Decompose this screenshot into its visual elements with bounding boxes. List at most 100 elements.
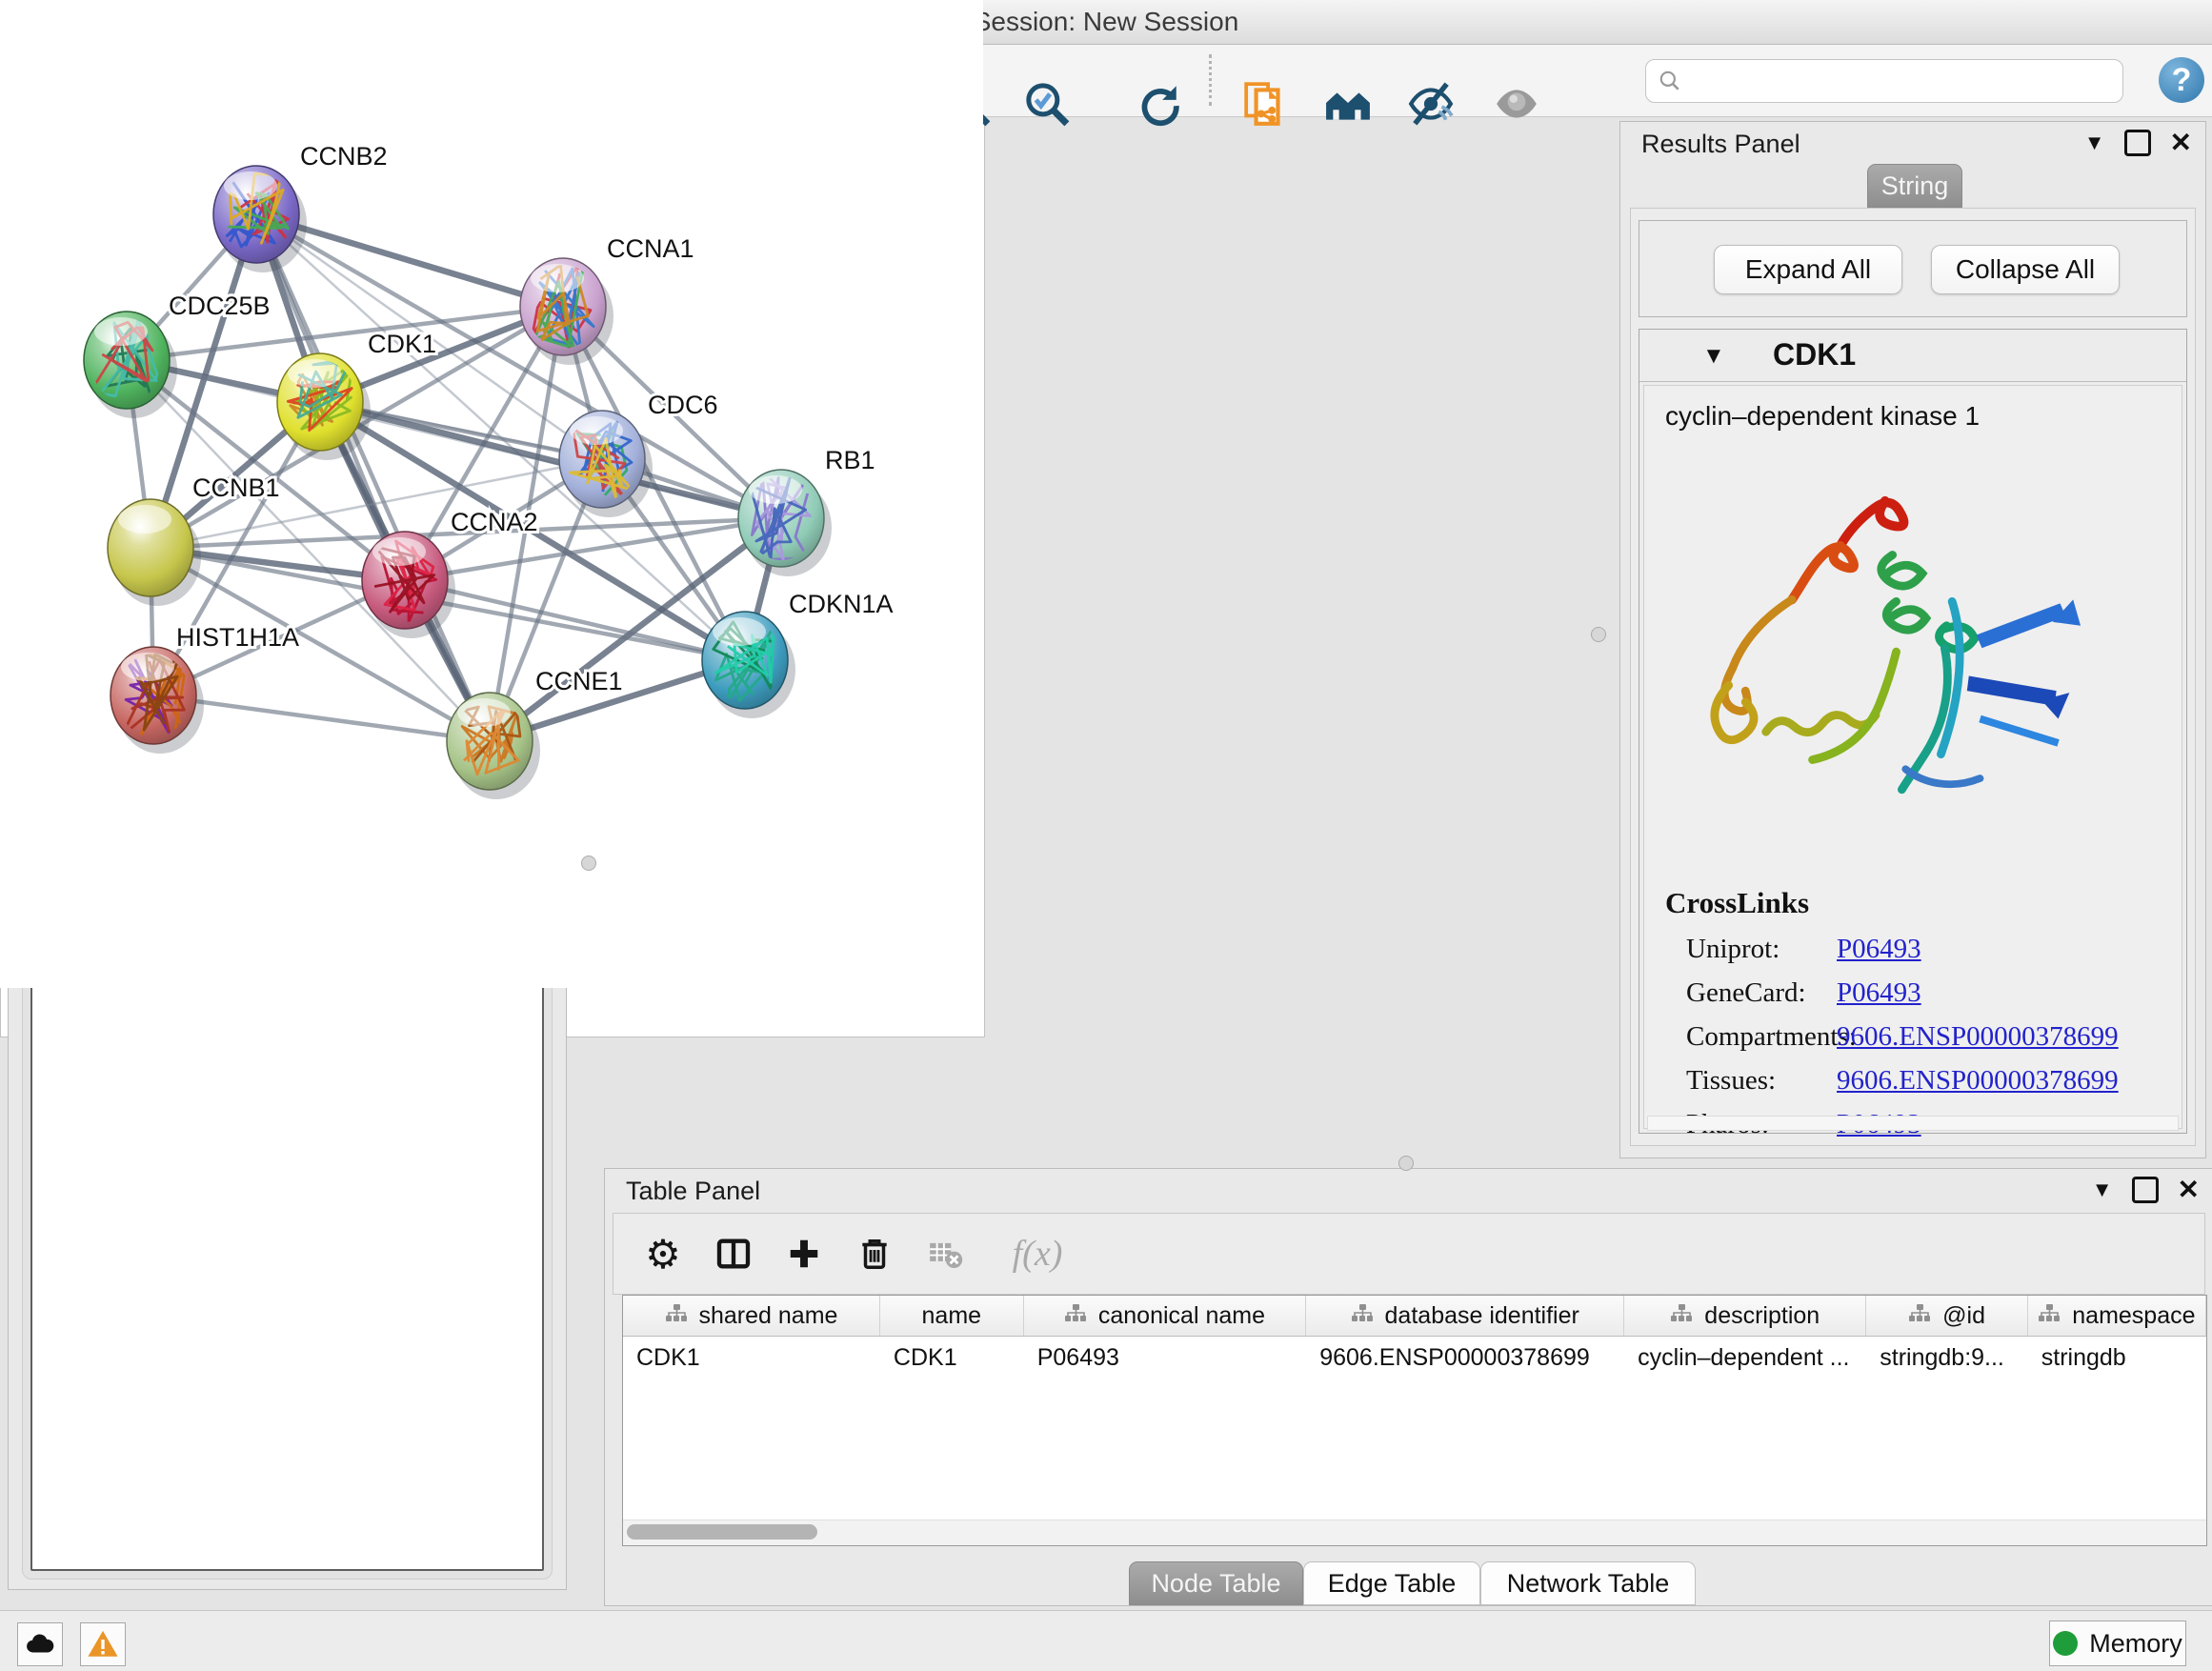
crosslink-label: Tissues: <box>1686 1065 1776 1096</box>
node-RB1[interactable]: RB1 <box>738 446 875 576</box>
node-label-CCNE1: CCNE1 <box>535 667 623 695</box>
column-header-database-identifier[interactable]: database identifier <box>1306 1296 1624 1336</box>
tab-string[interactable]: String <box>1867 164 1962 208</box>
delete-column-icon[interactable] <box>854 1233 895 1275</box>
crosslink-label: GeneCard: <box>1686 977 1806 1008</box>
table-cell[interactable]: cyclin–dependent ... <box>1624 1337 1866 1379</box>
crosslinks-title: CrossLinks <box>1665 886 1809 920</box>
table-toolbar: ⚙ f(x) <box>613 1213 2205 1295</box>
node-CDKN1A[interactable]: CDKN1A <box>702 590 894 718</box>
table-cell[interactable]: CDK1 <box>623 1337 880 1379</box>
column-header-name[interactable]: name <box>880 1296 1024 1336</box>
crosslink-label: Uniprot: <box>1686 934 1780 964</box>
tab-network-table[interactable]: Network Table <box>1480 1561 1696 1605</box>
refresh-icon[interactable] <box>1132 77 1185 131</box>
crosslink-row: GeneCard: P06493 <box>1686 977 2182 1019</box>
table-header-row: shared name name canonical name database id… <box>623 1296 2206 1337</box>
memory-button[interactable]: Memory <box>2049 1621 2186 1666</box>
node-CCNA1[interactable]: CCNA1 <box>520 234 694 365</box>
panel-menu-icon[interactable]: ▼ <box>2092 1178 2113 1202</box>
gene-card-header[interactable]: ▼ CDK1 <box>1639 330 2186 382</box>
scrollbar-thumb[interactable] <box>627 1524 817 1540</box>
expand-all-button[interactable]: Expand All <box>1714 245 1902 294</box>
table-panel: Table Panel ▼ ✕ ⚙ f(x) shared name name ca… <box>604 1168 2212 1606</box>
delete-table-icon[interactable] <box>924 1233 966 1275</box>
gene-expand-icon[interactable]: ▼ <box>1702 343 1725 370</box>
show-all-networks-icon[interactable] <box>1321 77 1375 131</box>
node-label-CDK1: CDK1 <box>368 330 436 358</box>
column-header-label: name <box>922 1302 982 1330</box>
hide-selected-icon[interactable] <box>1404 77 1458 131</box>
float-panel-icon[interactable] <box>2124 130 2151 156</box>
collapse-all-button[interactable]: Collapse All <box>1931 245 2120 294</box>
string-results-box: Expand All Collapse All ▼ CDK1 cyclin–de… <box>1630 208 2196 1146</box>
column-type-icon <box>1064 1301 1087 1331</box>
node-HIST1H1A[interactable]: HIST1H1A <box>111 623 299 754</box>
tab-edge-table[interactable]: Edge Table <box>1303 1561 1480 1605</box>
column-header-label: shared name <box>699 1302 838 1330</box>
table-cell[interactable]: P06493 <box>1024 1337 1306 1379</box>
zoom-selected-icon[interactable] <box>1020 77 1074 131</box>
node-label-CDC6: CDC6 <box>648 391 718 419</box>
node-CCNB1[interactable]: CCNB1 <box>108 473 280 606</box>
right-splitter-handle[interactable] <box>1591 627 1606 642</box>
float-panel-icon[interactable] <box>2132 1177 2159 1203</box>
close-panel-icon[interactable]: ✕ <box>2178 1178 2200 1201</box>
node-label-CCNB1: CCNB1 <box>192 473 280 502</box>
node-label-CDKN1A: CDKN1A <box>789 590 894 618</box>
tab-node-table[interactable]: Node Table <box>1129 1561 1303 1605</box>
table-horizontal-scrollbar[interactable] <box>623 1520 2206 1545</box>
crosslink-link[interactable]: P06493 <box>1837 934 1921 965</box>
table-cell[interactable]: 9606.ENSP00000378699 <box>1306 1337 1624 1379</box>
table-cell[interactable]: stringdb:9... <box>1866 1337 2028 1379</box>
node-label-CCNB2: CCNB2 <box>300 142 388 171</box>
column-type-icon <box>1351 1301 1374 1331</box>
search-input[interactable] <box>1682 64 2122 98</box>
warning-icon[interactable] <box>80 1622 126 1666</box>
add-column-icon[interactable] <box>783 1233 825 1275</box>
results-panel: Results Panel ▼ ✕ String Expand All Coll… <box>1619 121 2206 1158</box>
node-table: shared name name canonical name database id… <box>622 1295 2207 1546</box>
node-CCNB2[interactable]: CCNB2 <box>213 142 388 272</box>
crosslink-link[interactable]: 9606.ENSP00000378699 <box>1837 1021 2119 1053</box>
table-panel-header: Table Panel ▼ ✕ <box>605 1169 2212 1209</box>
crosslink-link[interactable]: 9606.ENSP00000378699 <box>1837 1065 2119 1097</box>
edge-CCNB2-CCNE1[interactable] <box>256 214 490 741</box>
column-type-icon <box>665 1301 688 1331</box>
show-hidden-icon[interactable] <box>1490 77 1543 131</box>
column-header-description[interactable]: description <box>1624 1296 1866 1336</box>
table-cell[interactable]: stringdb <box>2028 1337 2206 1379</box>
left-splitter-handle[interactable] <box>581 856 596 871</box>
close-panel-icon[interactable]: ✕ <box>2170 131 2192 154</box>
cloud-icon[interactable] <box>17 1622 63 1666</box>
panel-menu-icon[interactable]: ▼ <box>2084 131 2105 155</box>
edge-CCNA2-CDKN1A[interactable] <box>405 580 745 660</box>
table-cell[interactable]: CDK1 <box>880 1337 1024 1379</box>
column-header-label: description <box>1704 1302 1820 1330</box>
table-row[interactable]: CDK1CDK1P064939606.ENSP00000378699cyclin… <box>623 1337 2206 1379</box>
show-columns-icon[interactable] <box>713 1233 754 1275</box>
column-header-label: canonical name <box>1098 1302 1265 1330</box>
gene-card-body: cyclin–dependent kinase 1 <box>1643 385 2182 1129</box>
bottom-splitter-handle[interactable] <box>1398 1156 1414 1171</box>
node-CCNE1[interactable]: CCNE1 <box>447 667 623 799</box>
crosslink-link[interactable]: P06493 <box>1837 977 1921 1009</box>
table-panel-title: Table Panel <box>626 1177 760 1206</box>
node-label-CCNA1: CCNA1 <box>607 234 694 263</box>
node-label-RB1: RB1 <box>825 446 875 474</box>
column-type-icon <box>1670 1301 1693 1331</box>
network-from-file-icon[interactable] <box>1239 77 1293 131</box>
help-icon[interactable]: ? <box>2159 57 2204 103</box>
search-field[interactable] <box>1645 59 2123 103</box>
column-header-shared-name[interactable]: shared name <box>623 1296 880 1336</box>
function-builder-icon[interactable]: f(x) <box>995 1233 1080 1275</box>
column-header-namespace[interactable]: namespace <box>2028 1296 2206 1336</box>
edge-HIST1H1A-CCNE1[interactable] <box>153 695 490 741</box>
cytoscape-window: { "window": {"title": "Session: New Sess… <box>0 0 2212 1671</box>
column-header-label: @id <box>1942 1302 1985 1330</box>
table-options-gear-icon[interactable]: ⚙ <box>642 1233 684 1275</box>
results-horizontal-scrollbar[interactable] <box>1647 1116 2179 1131</box>
column-header-canonical-name[interactable]: canonical name <box>1024 1296 1307 1336</box>
column-header--id[interactable]: @id <box>1866 1296 2027 1336</box>
network-canvas[interactable]: CCNB2CCNA1CDC25BCDK1CDC6RB1CCNB1CCNA2CDK… <box>0 0 983 988</box>
